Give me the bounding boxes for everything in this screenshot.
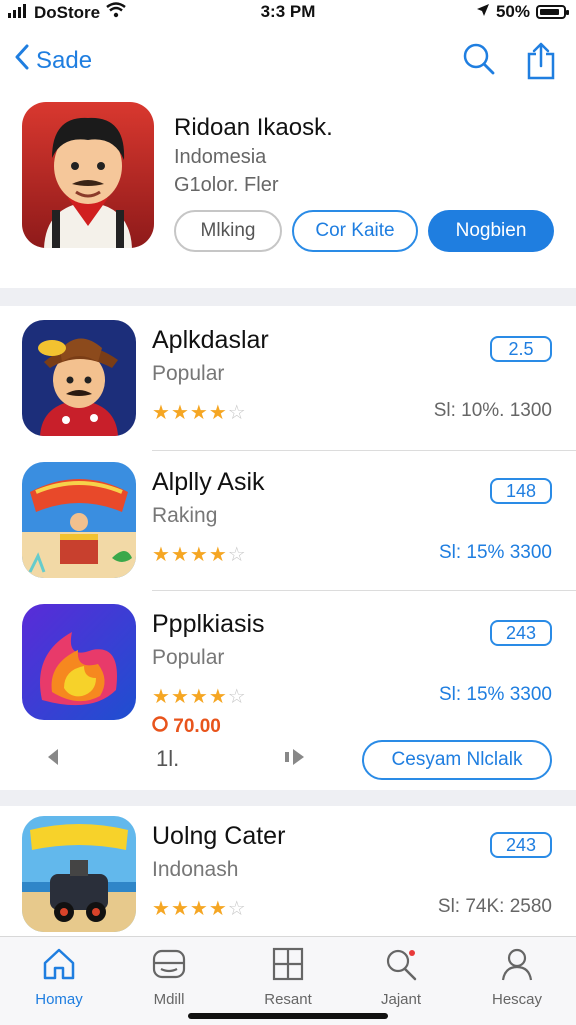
app-name: Aplkdaslar <box>152 326 269 354</box>
star-filled-icon: ★ <box>189 544 209 566</box>
tab-label: Homay <box>35 991 83 1008</box>
app-category: Raking <box>152 504 218 527</box>
star-empty-icon: ☆ <box>227 402 247 424</box>
app-category: Popular <box>152 646 225 669</box>
navigation-bar: Sade <box>0 36 576 86</box>
featured-app-actions: Mlking Cor Kaite Nogbien <box>174 210 554 252</box>
rank-badge: 148 <box>490 478 552 504</box>
star-filled-icon: ★ <box>170 898 190 920</box>
previous-page-button[interactable] <box>46 748 60 772</box>
star-filled-icon: ★ <box>208 544 228 566</box>
star-filled-icon: ★ <box>170 402 190 424</box>
tab-profile[interactable]: Hescay <box>462 947 572 1008</box>
list-item[interactable]: Aplkdaslar Popular ★★★★☆ 2.5 Sl: 10%. 13… <box>0 320 576 460</box>
list-item[interactable]: Uolng Cater Indonash ★★★★☆ 243 Sl: 74K: … <box>0 816 576 936</box>
home-icon <box>4 947 114 985</box>
star-filled-icon: ★ <box>152 686 171 708</box>
pagination: 1l. Cesyam Nlclalk <box>0 740 576 784</box>
section-divider <box>0 790 576 806</box>
battery-percent: 50% <box>495 2 530 21</box>
outline-button[interactable]: Cor Kaite <box>292 210 418 252</box>
home-indicator[interactable] <box>188 1013 388 1019</box>
featured-app-subtitle: Indomesia <box>174 146 267 168</box>
mail-box-icon <box>114 947 224 985</box>
location-arrow-icon <box>476 2 490 22</box>
star-rating: ★★★★☆ <box>152 400 247 425</box>
see-more-button[interactable]: Cesyam Nlclalk <box>362 740 552 780</box>
app-icon[interactable] <box>22 462 136 578</box>
rank-badge: 2.5 <box>490 336 552 362</box>
search-icon <box>346 947 456 985</box>
star-rating: ★★★★☆ <box>152 684 247 709</box>
share-icon[interactable] <box>526 42 556 85</box>
promo-value: 70.00 <box>173 716 221 737</box>
tab-bar: Homay Mdill Resant Jajant Hescay <box>0 936 576 1025</box>
status-right: 50% <box>476 2 569 22</box>
star-empty-icon: ☆ <box>227 898 247 920</box>
star-filled-icon: ★ <box>170 544 190 566</box>
status-bar: DoStore 3:3 PM 50% <box>0 0 576 26</box>
star-filled-icon: ★ <box>208 686 228 708</box>
tab-label: Hescay <box>491 991 543 1008</box>
star-filled-icon: ★ <box>189 402 209 424</box>
row-divider <box>152 590 576 591</box>
app-category: Popular <box>152 362 225 385</box>
app-icon[interactable] <box>22 604 136 720</box>
battery-icon <box>536 5 569 19</box>
featured-app-title: Ridoan Ikaosk. <box>174 114 333 141</box>
star-empty-icon: ☆ <box>227 686 247 708</box>
star-filled-icon: ★ <box>152 898 171 920</box>
tag-icon <box>152 716 173 737</box>
star-rating: ★★★★☆ <box>152 896 247 921</box>
back-button[interactable]: Sade <box>14 44 92 77</box>
app-category: Indonash <box>152 858 239 881</box>
list-item[interactable]: Alplly Asik Raking ★★★★☆ 148 Sl: 15% 330… <box>0 462 576 602</box>
nav-actions <box>462 42 556 85</box>
tab-home[interactable]: Homay <box>4 947 114 1008</box>
back-label: Sade <box>36 46 93 74</box>
featured-app-meta: G1olor. Fler <box>174 174 279 196</box>
promo-price: 70.00 <box>152 716 221 738</box>
app-icon[interactable] <box>22 816 136 932</box>
page-number: 1l. <box>156 746 180 771</box>
star-filled-icon: ★ <box>208 402 228 424</box>
grid-icon <box>233 947 343 985</box>
search-icon[interactable] <box>462 42 496 85</box>
row-divider <box>152 450 576 451</box>
rank-badge: 243 <box>490 620 552 646</box>
tab-recent[interactable]: Resant <box>233 947 343 1008</box>
star-empty-icon: ☆ <box>227 544 247 566</box>
star-filled-icon: ★ <box>189 686 209 708</box>
star-filled-icon: ★ <box>152 402 171 424</box>
section-divider <box>0 288 576 306</box>
list-item[interactable]: Ppplkiasis Popular ★★★★☆ 243 Sl: 15% 330… <box>0 604 576 740</box>
chevron-left-icon <box>14 44 30 77</box>
person-icon <box>462 947 572 985</box>
tab-mail[interactable]: Mdill <box>114 947 224 1008</box>
rank-badge: 243 <box>490 832 552 858</box>
app-name: Ppplkiasis <box>152 610 265 638</box>
featured-app-icon[interactable] <box>22 102 154 248</box>
secondary-button[interactable]: Mlking <box>174 210 282 252</box>
app-price: Sl: 15% 3300 <box>438 684 552 705</box>
next-page-button[interactable] <box>284 748 306 772</box>
star-filled-icon: ★ <box>170 686 190 708</box>
star-filled-icon: ★ <box>152 544 171 566</box>
tab-search[interactable]: Jajant <box>346 947 456 1008</box>
star-filled-icon: ★ <box>208 898 228 920</box>
battery-fill <box>540 9 559 15</box>
app-price: Sl: 15% 3300 <box>438 542 552 563</box>
app-name: Uolng Cater <box>152 822 286 850</box>
tab-label: Mdill <box>153 991 185 1008</box>
app-price: Sl: 10%. 1300 <box>433 400 552 421</box>
app-icon[interactable] <box>22 320 136 436</box>
star-rating: ★★★★☆ <box>152 542 247 567</box>
star-filled-icon: ★ <box>189 898 209 920</box>
app-price: Sl: 74K: 2580 <box>437 896 552 917</box>
app-name: Alplly Asik <box>152 468 265 496</box>
primary-button[interactable]: Nogbien <box>428 210 554 252</box>
featured-app: Ridoan Ikaosk. Indomesia G1olor. Fler Ml… <box>0 102 576 272</box>
tab-label: Resant <box>264 991 312 1008</box>
tab-label: Jajant <box>380 991 422 1008</box>
